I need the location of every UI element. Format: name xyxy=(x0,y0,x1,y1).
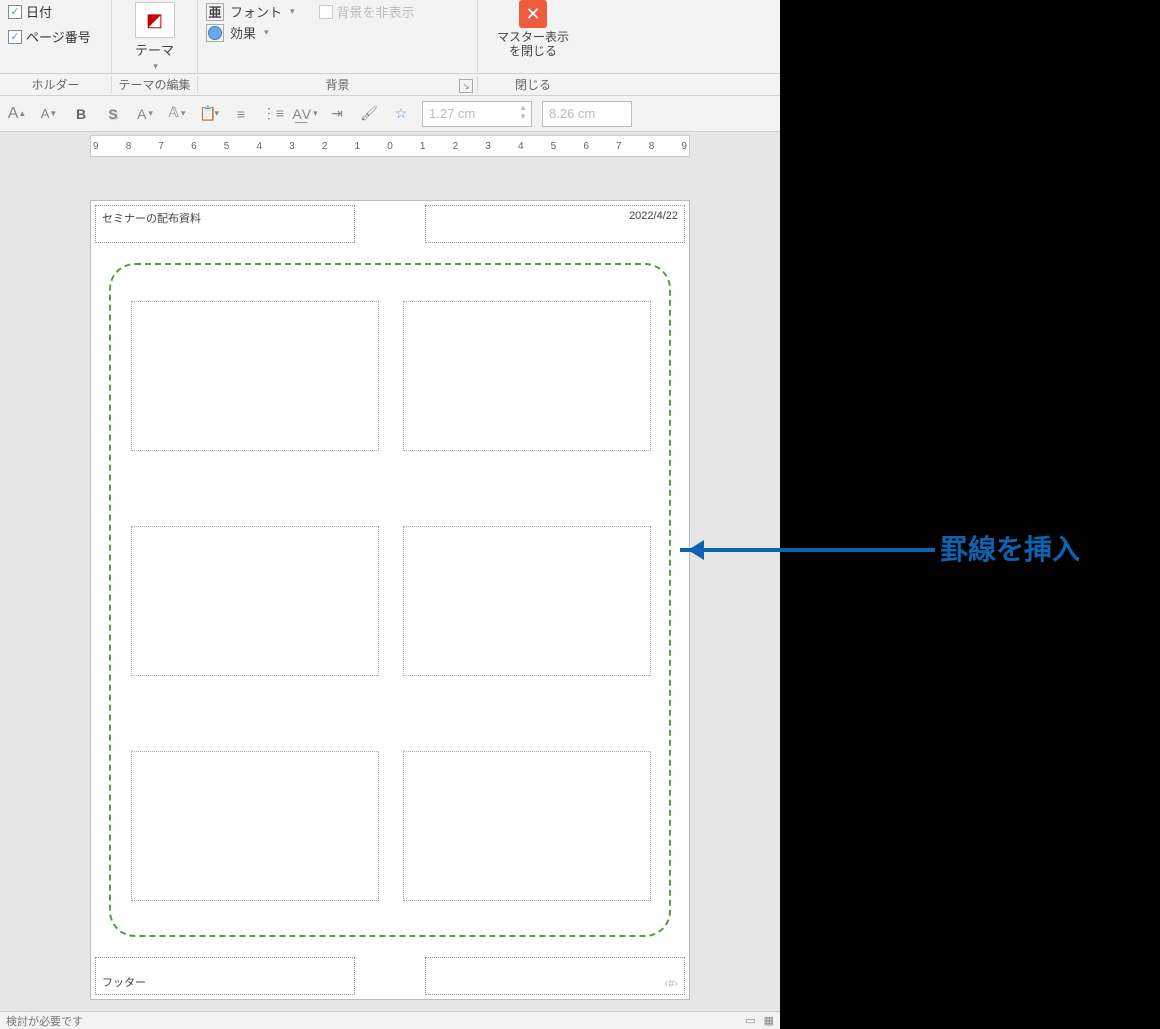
width-value: 8.26 cm xyxy=(549,106,595,121)
character-spacing-button[interactable]: A͟V▾ xyxy=(294,103,316,125)
slide-placeholder-5[interactable] xyxy=(131,751,379,901)
width-input[interactable]: 8.26 cm xyxy=(542,101,632,127)
fonts-button[interactable]: 亜 フォント ▾ xyxy=(206,2,295,21)
text-shadow-button[interactable]: S xyxy=(102,103,124,125)
close-master-line2: を閉じる xyxy=(509,44,557,58)
effects-icon xyxy=(206,24,224,42)
decrease-font-button[interactable]: A▼ xyxy=(38,103,60,125)
header-date-placeholder[interactable]: 2022/4/22 xyxy=(425,205,685,243)
group-close-label: 閉じる xyxy=(478,76,588,93)
chevron-down-icon: ▾ xyxy=(264,27,269,38)
text-effects-button[interactable]: 𝔸▾ xyxy=(166,103,188,125)
ruler-tick: 1 xyxy=(355,141,361,152)
normal-view-icon[interactable]: ▭ xyxy=(745,1014,755,1027)
font-color-button[interactable]: A▾ xyxy=(134,103,156,125)
dialog-launcher-icon[interactable]: ↘ xyxy=(459,79,473,93)
ruler-tick: 2 xyxy=(322,141,328,152)
horizontal-ruler[interactable]: 9 8 7 6 5 4 3 2 1 0 1 2 3 4 5 6 7 8 9 xyxy=(0,132,780,160)
status-text: 検討が必要です xyxy=(6,1013,83,1029)
check-icon xyxy=(8,5,22,19)
checkbox-icon xyxy=(319,5,333,19)
height-value: 1.27 cm xyxy=(429,106,475,121)
group-theme-label: テーマの編集 xyxy=(112,76,198,93)
ruler-tick: 7 xyxy=(616,141,622,152)
ruler-tick: 1 xyxy=(420,141,426,152)
hide-background-checkbox: 背景を非表示 xyxy=(319,2,415,21)
ribbon-group-labels: ホルダー テーマの編集 背景 ↘ 閉じる xyxy=(0,74,780,96)
ruler-tick: 4 xyxy=(256,141,262,152)
ruler-tick: 8 xyxy=(649,141,655,152)
paste-button[interactable]: 📋▾ xyxy=(198,103,220,125)
slide-placeholder-1[interactable] xyxy=(131,301,379,451)
slide-sorter-view-icon[interactable]: ▦ xyxy=(764,1014,774,1027)
effects-label: 効果 xyxy=(230,23,256,42)
hide-bg-label: 背景を非表示 xyxy=(337,2,415,21)
fonts-label: フォント xyxy=(230,2,282,21)
group-background-label: 背景 ↘ xyxy=(198,76,478,93)
footer-page-number-placeholder[interactable]: ‹#› xyxy=(425,957,685,995)
status-bar: 検討が必要です ▭ ▦ xyxy=(0,1011,780,1029)
height-input[interactable]: 1.27 cm ▲▼ xyxy=(422,101,532,127)
chevron-down-icon: ▾ xyxy=(290,6,295,17)
check-icon xyxy=(8,30,22,44)
slide-placeholder-4[interactable] xyxy=(403,526,651,676)
chevron-down-icon: ▾ xyxy=(153,61,158,72)
ruler-tick: 0 xyxy=(387,141,393,152)
checkbox-date[interactable]: 日付 xyxy=(8,2,52,21)
date-label: 日付 xyxy=(26,2,52,21)
fonts-icon: 亜 xyxy=(206,3,224,21)
ribbon: 日付 ページ番号 ◩ テーマ ▾ 亜 フォント ▾ xyxy=(0,0,780,74)
slide-placeholder-2[interactable] xyxy=(403,301,651,451)
close-master-line1: マスター表示 xyxy=(497,30,569,44)
ruler-tick: 3 xyxy=(485,141,491,152)
ruler-tick: 5 xyxy=(551,141,557,152)
bold-button[interactable]: B xyxy=(70,103,92,125)
close-master-view-button[interactable]: ✕ マスター表示 を閉じる xyxy=(497,0,569,58)
align-button[interactable]: ≡ xyxy=(230,103,252,125)
spinner-arrows-icon: ▲▼ xyxy=(519,103,527,121)
close-icon: ✕ xyxy=(519,0,547,28)
checkbox-page-number[interactable]: ページ番号 xyxy=(8,27,91,46)
indent-button[interactable]: ⇥ xyxy=(326,103,348,125)
ruler-tick: 6 xyxy=(191,141,197,152)
app-window: 日付 ページ番号 ◩ テーマ ▾ 亜 フォント ▾ xyxy=(0,0,780,1029)
bullets-button[interactable]: ⋮≡ xyxy=(262,103,284,125)
shape-button[interactable]: ☆ xyxy=(390,103,412,125)
effects-button[interactable]: 効果 ▾ xyxy=(206,23,269,42)
group-placeholder-label: ホルダー xyxy=(0,76,112,93)
footer-left-placeholder[interactable]: フッター xyxy=(95,957,355,995)
ruler-tick: 6 xyxy=(583,141,589,152)
themes-icon: ◩ xyxy=(135,2,175,38)
themes-button[interactable]: ◩ テーマ ▾ xyxy=(127,0,183,74)
ruler-tick: 4 xyxy=(518,141,524,152)
slide-placeholder-6[interactable] xyxy=(403,751,651,901)
ruler-tick: 9 xyxy=(681,141,687,152)
format-painter-button[interactable]: 🖌 xyxy=(358,103,380,125)
increase-font-button[interactable]: A▲ xyxy=(6,103,28,125)
ruler-tick: 2 xyxy=(453,141,459,152)
annotation-label: 罫線を挿入 xyxy=(940,528,1080,568)
ruler-tick: 5 xyxy=(224,141,230,152)
ruler-tick: 9 xyxy=(93,141,99,152)
handout-page[interactable]: セミナーの配布資料 2022/4/22 フッター ‹#› xyxy=(90,200,690,1000)
header-left-placeholder[interactable]: セミナーの配布資料 xyxy=(95,205,355,243)
ruler-tick: 8 xyxy=(126,141,132,152)
ruler-tick: 7 xyxy=(158,141,164,152)
format-toolbar: A▲ A▼ B S A▾ 𝔸▾ 📋▾ ≡ ⋮≡ A͟V▾ ⇥ 🖌 ☆ 1.27 … xyxy=(0,96,780,132)
ruler-tick: 3 xyxy=(289,141,295,152)
themes-label: テーマ xyxy=(135,40,174,59)
page-number-label: ページ番号 xyxy=(26,27,91,46)
annotation-arrow-icon xyxy=(680,548,935,552)
edit-canvas[interactable]: セミナーの配布資料 2022/4/22 フッター ‹#› xyxy=(0,160,780,1011)
slide-placeholder-3[interactable] xyxy=(131,526,379,676)
